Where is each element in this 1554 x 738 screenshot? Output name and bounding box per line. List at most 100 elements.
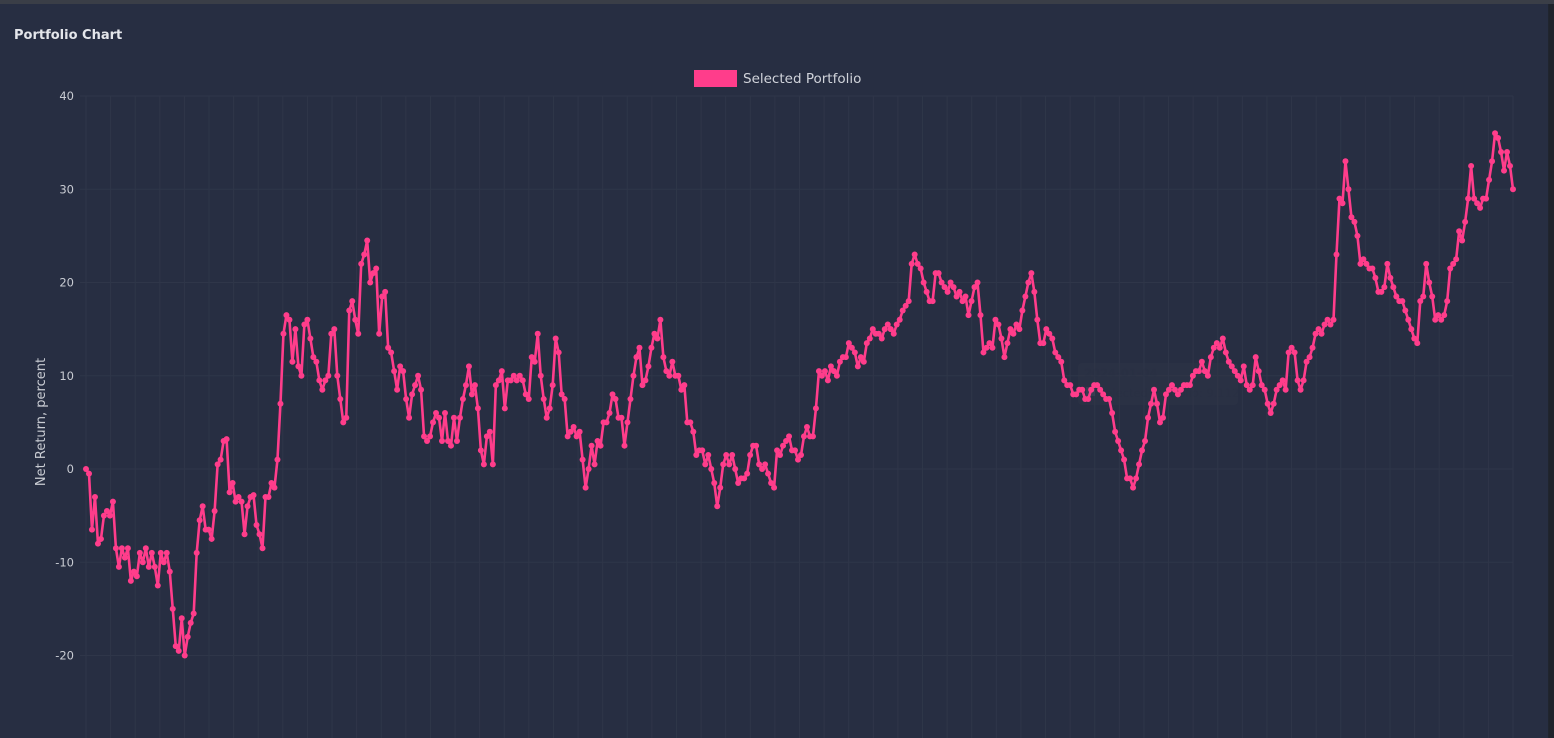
data-point[interactable] [935, 270, 942, 277]
data-point[interactable] [803, 424, 810, 431]
data-point[interactable] [1109, 410, 1116, 417]
data-point[interactable] [576, 428, 583, 435]
data-point[interactable] [271, 484, 278, 491]
data-point[interactable] [495, 377, 502, 384]
data-point[interactable] [687, 419, 694, 426]
data-point[interactable] [908, 260, 915, 267]
data-point[interactable] [361, 251, 368, 258]
data-point[interactable] [717, 484, 724, 491]
data-point[interactable] [1510, 186, 1516, 193]
data-point[interactable] [519, 377, 526, 384]
data-point[interactable] [1405, 316, 1412, 323]
data-point[interactable] [866, 335, 873, 342]
data-point[interactable] [139, 559, 146, 566]
data-point[interactable] [1423, 260, 1430, 267]
data-point[interactable] [1112, 428, 1119, 435]
data-point[interactable] [400, 368, 407, 375]
data-point[interactable] [163, 549, 170, 556]
data-point[interactable] [1300, 377, 1307, 384]
data-point[interactable] [1010, 330, 1017, 337]
data-point[interactable] [1420, 293, 1427, 300]
data-point[interactable] [729, 452, 736, 459]
data-point[interactable] [292, 326, 299, 333]
data-point[interactable] [809, 433, 816, 440]
data-point[interactable] [1504, 148, 1511, 155]
data-point[interactable] [974, 279, 981, 286]
data-point[interactable] [1127, 475, 1134, 482]
data-point[interactable] [193, 549, 200, 556]
data-point[interactable] [1459, 237, 1466, 244]
data-point[interactable] [1159, 414, 1166, 421]
data-point[interactable] [777, 452, 784, 459]
data-point[interactable] [343, 414, 350, 421]
data-point[interactable] [1067, 382, 1074, 389]
data-point[interactable] [786, 433, 793, 440]
data-point[interactable] [762, 461, 769, 468]
data-point[interactable] [627, 396, 634, 403]
data-point[interactable] [920, 279, 927, 286]
data-point[interactable] [723, 452, 730, 459]
data-point[interactable] [289, 358, 296, 365]
data-point[interactable] [112, 545, 119, 552]
data-point[interactable] [196, 517, 203, 524]
data-point[interactable] [190, 610, 197, 617]
data-point[interactable] [109, 498, 116, 505]
data-point[interactable] [298, 372, 305, 379]
data-point[interactable] [1133, 475, 1140, 482]
data-point[interactable] [798, 452, 804, 459]
data-point[interactable] [800, 433, 807, 440]
data-point[interactable] [1429, 293, 1436, 300]
data-point[interactable] [771, 484, 778, 491]
data-point[interactable] [1198, 358, 1205, 365]
data-point[interactable] [1456, 228, 1463, 235]
data-point[interactable] [403, 396, 410, 403]
data-point[interactable] [540, 396, 547, 403]
data-point[interactable] [468, 391, 475, 398]
data-point[interactable] [331, 326, 338, 333]
data-point[interactable] [591, 461, 598, 468]
data-point[interactable] [145, 563, 152, 570]
data-point[interactable] [501, 405, 508, 412]
data-point[interactable] [1207, 354, 1214, 361]
data-point[interactable] [364, 237, 371, 244]
data-point[interactable] [753, 442, 760, 449]
data-point[interactable] [453, 438, 460, 445]
data-point[interactable] [358, 260, 365, 267]
data-point[interactable] [1034, 316, 1041, 323]
data-point[interactable] [265, 493, 272, 500]
data-point[interactable] [531, 358, 538, 365]
data-point[interactable] [1058, 358, 1065, 365]
data-point[interactable] [669, 358, 676, 365]
data-point[interactable] [1453, 256, 1460, 263]
data-point[interactable] [1249, 382, 1256, 389]
data-point[interactable] [1022, 293, 1029, 300]
data-point[interactable] [465, 363, 472, 370]
data-point[interactable] [382, 288, 389, 295]
data-point[interactable] [97, 535, 104, 542]
data-point[interactable] [630, 372, 637, 379]
data-point[interactable] [436, 414, 443, 421]
data-point[interactable] [618, 414, 625, 421]
data-point[interactable] [1369, 265, 1376, 272]
data-point[interactable] [944, 288, 951, 295]
data-point[interactable] [525, 396, 532, 403]
data-point[interactable] [842, 354, 849, 361]
data-point[interactable] [1151, 386, 1158, 393]
data-point[interactable] [549, 382, 556, 389]
data-point[interactable] [1468, 162, 1475, 169]
data-point[interactable] [88, 526, 95, 533]
data-point[interactable] [1139, 447, 1146, 454]
data-point[interactable] [409, 391, 416, 398]
data-point[interactable] [642, 377, 649, 384]
data-point[interactable] [316, 377, 323, 384]
data-point[interactable] [1354, 232, 1361, 239]
data-point[interactable] [447, 442, 454, 449]
data-point[interactable] [606, 410, 613, 417]
data-point[interactable] [166, 568, 173, 575]
data-point[interactable] [645, 363, 652, 370]
data-point[interactable] [546, 405, 553, 412]
data-point[interactable] [657, 316, 664, 323]
data-point[interactable] [824, 377, 831, 384]
data-point[interactable] [244, 503, 251, 510]
data-point[interactable] [181, 652, 188, 659]
